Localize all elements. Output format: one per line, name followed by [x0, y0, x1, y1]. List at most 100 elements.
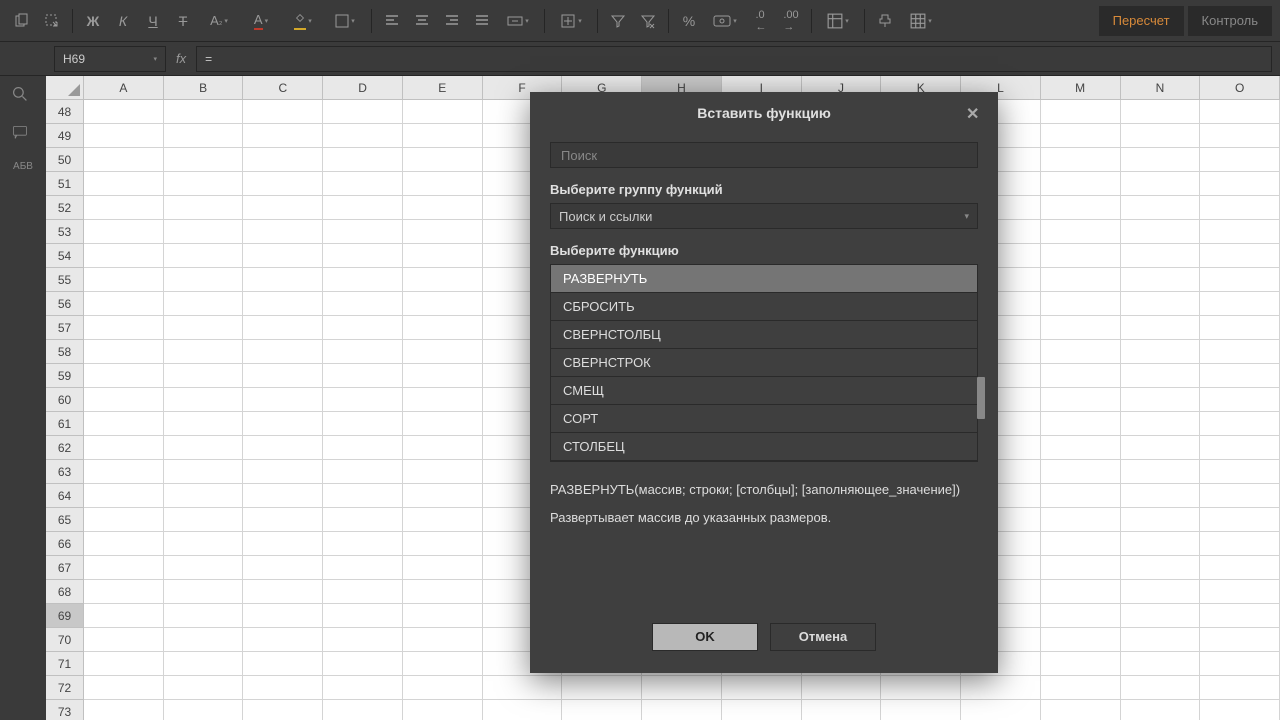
cell[interactable]: [243, 628, 323, 652]
column-header[interactable]: C: [243, 76, 323, 99]
row-header[interactable]: 56: [46, 292, 84, 316]
cell[interactable]: [164, 388, 244, 412]
column-header[interactable]: D: [323, 76, 403, 99]
cell[interactable]: [323, 172, 403, 196]
font-color-button[interactable]: A▾: [241, 7, 281, 35]
cell[interactable]: [243, 676, 323, 700]
cell[interactable]: [1121, 700, 1201, 720]
search-icon[interactable]: [12, 86, 34, 108]
cell[interactable]: [164, 268, 244, 292]
cell[interactable]: [323, 412, 403, 436]
function-list-item[interactable]: СБРОСИТЬ: [551, 293, 977, 321]
cell[interactable]: [164, 340, 244, 364]
cell[interactable]: [323, 292, 403, 316]
cell[interactable]: [243, 148, 323, 172]
currency-button[interactable]: ▾: [705, 7, 745, 35]
cell[interactable]: [802, 676, 882, 700]
cell[interactable]: [84, 484, 164, 508]
cell[interactable]: [243, 244, 323, 268]
cell[interactable]: [164, 412, 244, 436]
cell[interactable]: [84, 172, 164, 196]
cell[interactable]: [1041, 628, 1121, 652]
cell[interactable]: [84, 244, 164, 268]
cell[interactable]: [1041, 604, 1121, 628]
cell[interactable]: [1200, 268, 1280, 292]
row-header[interactable]: 63: [46, 460, 84, 484]
row-header[interactable]: 71: [46, 652, 84, 676]
cell[interactable]: [961, 676, 1041, 700]
cell[interactable]: [1121, 652, 1201, 676]
percent-button[interactable]: %: [675, 7, 703, 35]
cell[interactable]: [1041, 316, 1121, 340]
borders-button[interactable]: ▾: [325, 7, 365, 35]
recalc-button[interactable]: Пересчет: [1099, 6, 1184, 36]
cell[interactable]: [961, 700, 1041, 720]
cell[interactable]: [1041, 460, 1121, 484]
cell[interactable]: [84, 676, 164, 700]
cell[interactable]: [1041, 196, 1121, 220]
cell[interactable]: [1200, 364, 1280, 388]
close-icon[interactable]: ✕: [966, 104, 984, 122]
cell[interactable]: [164, 364, 244, 388]
cell[interactable]: [1200, 652, 1280, 676]
cell[interactable]: [164, 484, 244, 508]
cell[interactable]: [164, 556, 244, 580]
column-header[interactable]: A: [84, 76, 164, 99]
cell[interactable]: [323, 628, 403, 652]
cell[interactable]: [84, 292, 164, 316]
cell[interactable]: [164, 124, 244, 148]
cell[interactable]: [1200, 124, 1280, 148]
cell[interactable]: [84, 652, 164, 676]
cell[interactable]: [1041, 364, 1121, 388]
cell[interactable]: [1200, 100, 1280, 124]
cell[interactable]: [483, 676, 563, 700]
cell[interactable]: [1041, 652, 1121, 676]
cell[interactable]: [1041, 508, 1121, 532]
cell[interactable]: [243, 700, 323, 720]
cell[interactable]: [84, 460, 164, 484]
column-header[interactable]: N: [1121, 76, 1201, 99]
cell[interactable]: [1041, 412, 1121, 436]
cell[interactable]: [1200, 604, 1280, 628]
cell[interactable]: [1200, 580, 1280, 604]
cell[interactable]: [243, 532, 323, 556]
cell[interactable]: [1200, 316, 1280, 340]
function-list-item[interactable]: СМЕЩ: [551, 377, 977, 405]
cell[interactable]: [1041, 484, 1121, 508]
cell[interactable]: [164, 148, 244, 172]
row-header[interactable]: 64: [46, 484, 84, 508]
cell[interactable]: [1121, 172, 1201, 196]
cell[interactable]: [1041, 388, 1121, 412]
cell[interactable]: [243, 268, 323, 292]
cell[interactable]: [722, 676, 802, 700]
cell[interactable]: [403, 484, 483, 508]
cell[interactable]: [164, 508, 244, 532]
cell[interactable]: [323, 100, 403, 124]
formula-input[interactable]: [196, 46, 1272, 72]
cell[interactable]: [323, 268, 403, 292]
cell[interactable]: [323, 700, 403, 720]
cell[interactable]: [1200, 148, 1280, 172]
filter-clear-button[interactable]: [634, 7, 662, 35]
cell[interactable]: [1041, 532, 1121, 556]
cell[interactable]: [1200, 532, 1280, 556]
cell[interactable]: [1041, 268, 1121, 292]
cell-styles-button[interactable]: ▾: [901, 7, 941, 35]
paste-icon[interactable]: [8, 7, 36, 35]
cell[interactable]: [1121, 220, 1201, 244]
cell[interactable]: [84, 508, 164, 532]
cell[interactable]: [1200, 676, 1280, 700]
function-list-item[interactable]: СВЕРНСТРОК: [551, 349, 977, 377]
cell[interactable]: [164, 700, 244, 720]
cell[interactable]: [1041, 124, 1121, 148]
cell[interactable]: [323, 220, 403, 244]
cell[interactable]: [243, 556, 323, 580]
cell[interactable]: [323, 556, 403, 580]
cell[interactable]: [403, 316, 483, 340]
cell[interactable]: [1121, 196, 1201, 220]
strike-button[interactable]: Т: [169, 7, 197, 35]
cell[interactable]: [403, 172, 483, 196]
cell[interactable]: [84, 220, 164, 244]
cell[interactable]: [403, 436, 483, 460]
column-header[interactable]: O: [1200, 76, 1280, 99]
